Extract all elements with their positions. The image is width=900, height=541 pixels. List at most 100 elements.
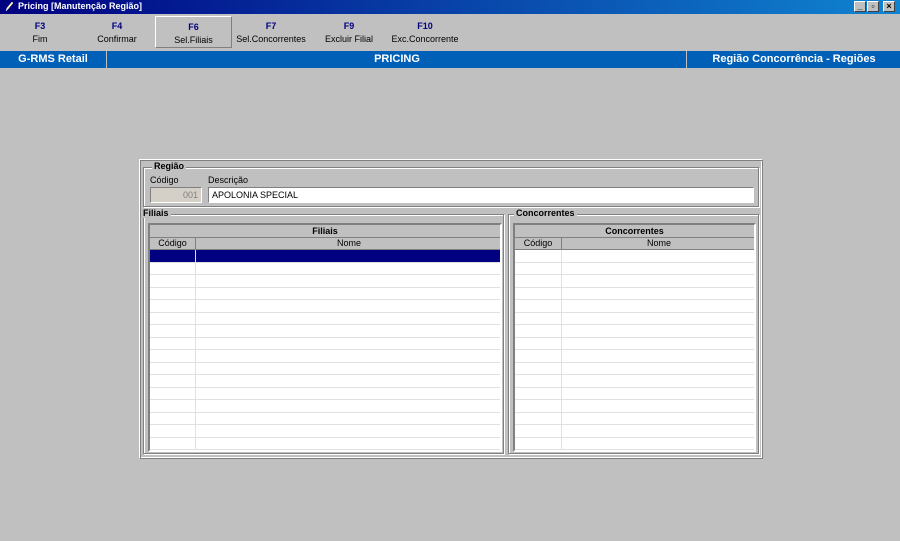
- table-cell: [515, 325, 562, 337]
- table-row[interactable]: [150, 275, 500, 288]
- table-cell: [515, 300, 562, 312]
- table-row[interactable]: [515, 262, 754, 275]
- filiais-group: Filiais Filiais Código Nome: [141, 208, 504, 454]
- codigo-field: 001: [150, 187, 202, 203]
- filiais-col-nome[interactable]: Nome: [196, 238, 500, 250]
- concorrentes-grid-title: Concorrentes: [515, 225, 754, 238]
- concorrentes-col-nome[interactable]: Nome: [562, 238, 754, 250]
- table-cell: [150, 437, 196, 449]
- exc-concorrente-button[interactable]: F10 Exc.Concorrente: [388, 16, 462, 48]
- table-row[interactable]: [150, 287, 500, 300]
- table-row[interactable]: [150, 337, 500, 350]
- table-cell: [515, 275, 562, 287]
- sel-filiais-button[interactable]: F6 Sel.Filiais: [155, 16, 232, 48]
- table-row[interactable]: [150, 362, 500, 375]
- table-row[interactable]: [150, 400, 500, 413]
- sel-concorrentes-key: F7: [265, 21, 277, 31]
- descricao-label: Descrição: [208, 175, 249, 185]
- table-row[interactable]: [150, 425, 500, 438]
- pencil-icon: [5, 1, 14, 12]
- table-cell: [515, 362, 562, 374]
- table-row[interactable]: [515, 350, 754, 363]
- table-cell: [150, 337, 196, 349]
- table-cell: [150, 387, 196, 399]
- maximize-icon[interactable]: ▫: [867, 1, 879, 12]
- table-row[interactable]: [150, 412, 500, 425]
- table-row[interactable]: [515, 250, 754, 263]
- table-cell: [515, 412, 562, 424]
- concorrentes-grid[interactable]: Concorrentes Código Nome: [513, 223, 756, 452]
- table-cell: [150, 350, 196, 362]
- table-row[interactable]: [515, 362, 754, 375]
- table-row[interactable]: [515, 337, 754, 350]
- table-row[interactable]: [150, 437, 500, 450]
- close-icon[interactable]: ×: [883, 1, 895, 12]
- table-cell: [515, 387, 562, 399]
- excluir-filial-key: F9: [343, 21, 355, 31]
- exc-concorrente-key: F10: [417, 21, 433, 31]
- confirmar-key: F4: [111, 21, 123, 31]
- filiais-grid[interactable]: Filiais Código Nome: [148, 223, 502, 452]
- table-cell: [150, 362, 196, 374]
- table-cell: [515, 262, 562, 274]
- exc-concorrente-label: Exc.Concorrente: [391, 34, 459, 44]
- confirmar-button[interactable]: F4 Confirmar: [83, 16, 151, 48]
- banner-product: G-RMS Retail: [0, 51, 107, 68]
- table-row[interactable]: [515, 412, 754, 425]
- table-row[interactable]: [515, 387, 754, 400]
- filiais-grid-title: Filiais: [150, 225, 500, 238]
- table-cell: [150, 425, 196, 437]
- table-cell: [515, 312, 562, 324]
- filiais-col-codigo[interactable]: Código: [150, 238, 196, 250]
- table-row[interactable]: [150, 262, 500, 275]
- concorrentes-rows: [515, 250, 754, 450]
- table-cell: [515, 437, 562, 449]
- table-row[interactable]: [515, 300, 754, 313]
- table-row[interactable]: [515, 437, 754, 450]
- table-row[interactable]: [515, 275, 754, 288]
- filiais-legend: Filiais: [141, 208, 171, 218]
- minimize-icon[interactable]: _: [854, 1, 866, 12]
- table-cell: [515, 425, 562, 437]
- table-cell: [150, 375, 196, 387]
- table-row[interactable]: [150, 250, 500, 263]
- filiais-rows: [150, 250, 500, 450]
- concorrentes-col-codigo[interactable]: Código: [515, 238, 562, 250]
- table-row[interactable]: [150, 387, 500, 400]
- excluir-filial-button[interactable]: F9 Excluir Filial: [318, 16, 380, 48]
- table-cell: [515, 337, 562, 349]
- table-cell: [515, 350, 562, 362]
- window-title: Pricing [Manutenção Região]: [18, 1, 143, 11]
- concorrentes-legend: Concorrentes: [514, 208, 577, 218]
- main-panel: Região Código Descrição 001 APOLONIA SPE…: [139, 159, 763, 459]
- fim-button[interactable]: F3 Fim: [10, 16, 70, 48]
- table-row[interactable]: [515, 287, 754, 300]
- table-cell: [150, 400, 196, 412]
- table-row[interactable]: [150, 375, 500, 388]
- concorrentes-group: Concorrentes Concorrentes Código Nome: [508, 208, 759, 454]
- banner-screen-title: Região Concorrência - Regiões: [712, 53, 876, 65]
- table-cell: [515, 375, 562, 387]
- table-row[interactable]: [150, 350, 500, 363]
- excluir-filial-label: Excluir Filial: [324, 34, 373, 44]
- table-row[interactable]: [515, 325, 754, 338]
- table-row[interactable]: [515, 400, 754, 413]
- sel-filiais-label: Sel.Filiais: [174, 35, 213, 45]
- table-row[interactable]: [150, 312, 500, 325]
- table-cell: [150, 262, 196, 274]
- descricao-field[interactable]: APOLONIA SPECIAL: [208, 187, 754, 203]
- codigo-label: Código: [150, 175, 179, 185]
- table-cell: [515, 400, 562, 412]
- table-cell: [150, 312, 196, 324]
- sel-concorrentes-button[interactable]: F7 Sel.Concorrentes: [233, 16, 309, 48]
- fim-label: Fim: [32, 34, 48, 44]
- table-cell: [515, 287, 562, 299]
- confirmar-label: Confirmar: [97, 34, 137, 44]
- table-row[interactable]: [150, 300, 500, 313]
- table-row[interactable]: [515, 312, 754, 325]
- table-row[interactable]: [150, 325, 500, 338]
- table-cell: [150, 325, 196, 337]
- table-cell: [515, 250, 562, 262]
- table-row[interactable]: [515, 375, 754, 388]
- table-row[interactable]: [515, 425, 754, 438]
